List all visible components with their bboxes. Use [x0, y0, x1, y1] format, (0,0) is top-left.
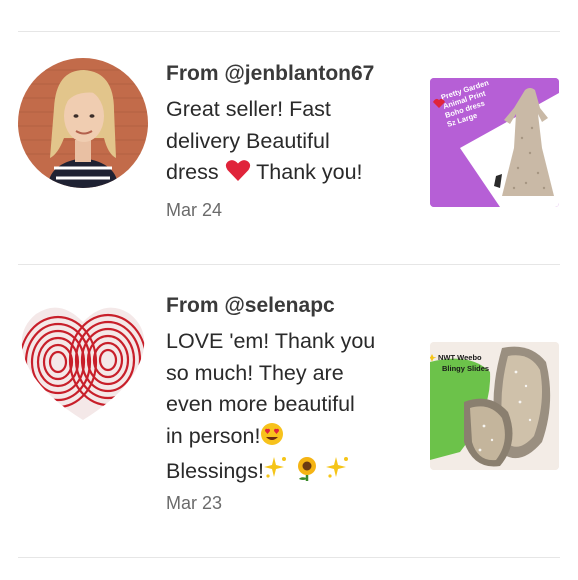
- svg-text:NWT Weebo: NWT Weebo: [438, 353, 482, 362]
- review-date: Mar 24: [166, 200, 223, 220]
- review-text-fragment: in person!: [166, 423, 261, 448]
- bottom-divider: [18, 557, 560, 558]
- reviewer-handle[interactable]: From @selenapc: [166, 294, 335, 318]
- heart-eyes-emoji-icon: [260, 422, 284, 456]
- reviewer-handle[interactable]: From @jenblanton67: [166, 62, 374, 86]
- review-text-line: so much! They are: [166, 360, 344, 385]
- reviewer-avatar[interactable]: [18, 58, 148, 188]
- review-text-line: in person!: [166, 421, 402, 456]
- review-text: Great seller! Fast delivery Beautiful dr…: [166, 94, 402, 192]
- review-date: Mar 23: [166, 493, 223, 513]
- review-text-line: delivery Beautiful: [166, 128, 330, 153]
- heart-emoji-icon: [225, 158, 251, 192]
- sparkles-sunflower-emoji-icon: [264, 455, 350, 491]
- review-text-line: LOVE 'em! Thank you: [166, 329, 376, 353]
- review-text-fragment: Thank you!: [250, 160, 363, 184]
- review-text-line: dress Thank you!: [166, 157, 402, 192]
- product-thumbnail[interactable]: Pretty Garden Animal Print Boho dress Sz…: [430, 78, 559, 207]
- review-text-fragment: Blessings!: [166, 459, 264, 483]
- review-text-fragment: dress: [166, 160, 225, 184]
- review-item: From @selenapc LOVE 'em! Thank you so mu…: [0, 264, 578, 557]
- review-text: LOVE 'em! Thank you so much! They are ev…: [166, 326, 402, 491]
- thumbnail-caption: Blingy Slides: [442, 364, 489, 373]
- product-thumbnail[interactable]: NWT Weebo Blingy Slides: [430, 342, 559, 470]
- svg-text:Blingy Slides: Blingy Slides: [442, 364, 489, 373]
- review-text-line: even more beautiful: [166, 392, 355, 416]
- thumbnail-caption: NWT Weebo: [438, 353, 482, 362]
- review-text-line: Blessings!: [166, 455, 402, 491]
- reviewer-avatar[interactable]: [18, 292, 148, 422]
- review-item: From @jenblanton67 Great seller! Fast de…: [0, 0, 578, 264]
- review-text-line: Great seller! Fast: [166, 97, 331, 121]
